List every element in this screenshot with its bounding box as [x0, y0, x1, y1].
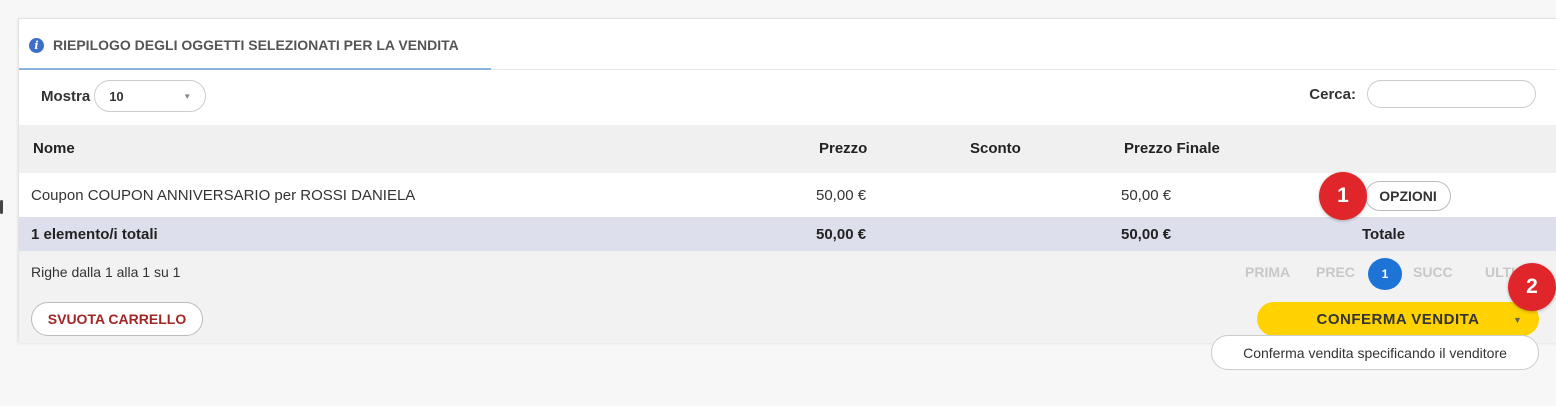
left-edge-mark — [0, 200, 3, 214]
totals-label: Totale — [1362, 226, 1406, 243]
info-icon: i — [29, 37, 44, 53]
row-price: 50,00 € — [816, 187, 867, 204]
panel-header: i RIEPILOGO DEGLI OGGETTI SELEZIONATI PE… — [19, 19, 1556, 70]
totals-row: 1 elemento/i totali 50,00 € 50,00 € Tota… — [19, 218, 1556, 251]
step-marker-2: 2 — [1508, 263, 1556, 311]
pagination-info: Righe dalla 1 alla 1 su 1 — [31, 264, 181, 280]
panel-title-wrap: i RIEPILOGO DEGLI OGGETTI SELEZIONATI PE… — [29, 37, 459, 53]
totals-count: 1 elemento/i totali — [31, 226, 158, 243]
chevron-down-icon: ▼ — [183, 91, 192, 101]
totals-final-price: 50,00 € — [1121, 226, 1172, 243]
options-button[interactable]: OPZIONI — [1365, 181, 1451, 211]
page-size-control: Mostra 10 ▼ — [41, 80, 207, 112]
pagination-first[interactable]: PRIMA — [1245, 264, 1290, 280]
pagination-prev[interactable]: PREC — [1316, 264, 1355, 280]
step-marker-1: 1 — [1319, 172, 1367, 220]
confirm-with-seller-option[interactable]: Conferma vendita specificando il vendito… — [1211, 335, 1539, 370]
row-name: Coupon COUPON ANNIVERSARIO per ROSSI DAN… — [31, 187, 416, 204]
show-label: Mostra — [41, 87, 91, 105]
column-header-discount[interactable]: Sconto — [970, 140, 1021, 157]
search-input[interactable] — [1367, 80, 1536, 108]
chevron-down-icon[interactable]: ▼ — [1513, 315, 1522, 325]
table-footer: Righe dalla 1 alla 1 su 1 PRIMA PREC 1 S… — [19, 251, 1556, 343]
panel-title: RIEPILOGO DEGLI OGGETTI SELEZIONATI PER … — [53, 37, 459, 53]
confirm-sale-button[interactable]: CONFERMA VENDITA — [1257, 302, 1539, 336]
totals-price: 50,00 € — [816, 226, 867, 243]
column-header-final-price[interactable]: Prezzo Finale — [1124, 140, 1220, 157]
page-size-select[interactable]: 10 ▼ — [94, 80, 207, 112]
clear-cart-button[interactable]: SVUOTA CARRELLO — [31, 302, 203, 336]
search-control: Cerca: — [1309, 80, 1536, 108]
header-tab-underline — [19, 68, 491, 70]
column-header-price[interactable]: Prezzo — [819, 140, 867, 157]
search-label: Cerca: — [1309, 85, 1356, 103]
page-size-value: 10 — [109, 88, 124, 104]
row-final-price: 50,00 € — [1121, 187, 1172, 204]
pagination-current-page[interactable]: 1 — [1368, 258, 1402, 290]
table-header: Nome Prezzo Sconto Prezzo Finale — [19, 125, 1556, 173]
column-header-name[interactable]: Nome — [33, 140, 75, 157]
pagination-next[interactable]: SUCC — [1413, 264, 1453, 280]
